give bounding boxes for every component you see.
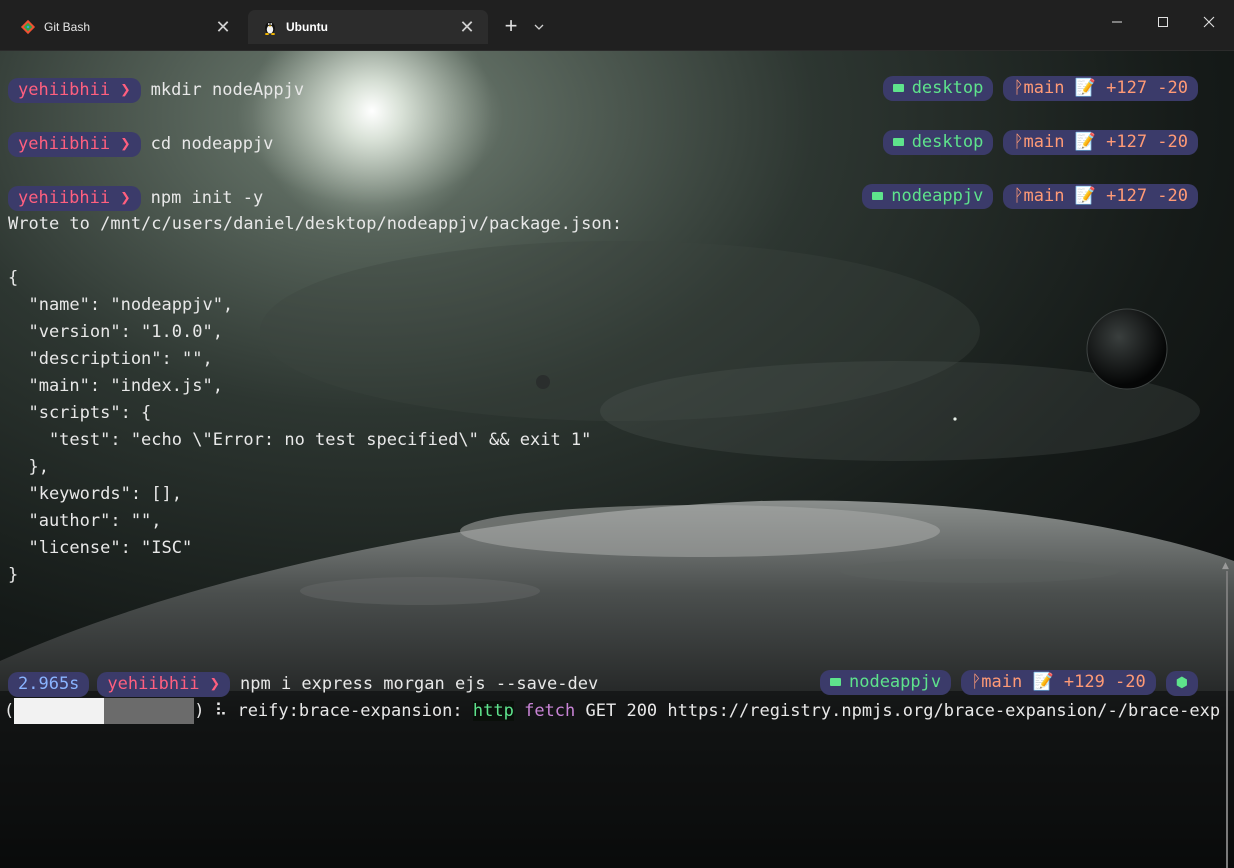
output-line: "test": "echo \"Error: no test specified…: [8, 430, 592, 450]
command-line: yehiibhii ❯ npm init -y: [8, 185, 263, 212]
scroll-up-icon[interactable]: ▲: [1222, 561, 1229, 571]
command-text: npm init -y: [150, 188, 264, 208]
dir-name: nodeappjv: [891, 186, 984, 206]
dir-pill: desktop: [882, 76, 994, 101]
minimize-icon[interactable]: [1094, 8, 1140, 36]
chevron-down-icon[interactable]: [528, 14, 550, 40]
close-icon[interactable]: ✕: [456, 16, 478, 38]
dir-pill: desktop: [882, 130, 994, 155]
user-prompt: yehiibhii ❯: [8, 132, 141, 157]
command-line: yehiibhii ❯ mkdir nodeAppjv: [8, 77, 304, 104]
output-line: {: [8, 268, 19, 288]
user-prompt: yehiibhii ❯: [8, 78, 141, 103]
folder-icon: [829, 678, 841, 686]
tux-linux-icon: [265, 22, 275, 35]
output-line: },: [8, 457, 49, 477]
output-line: }: [8, 565, 19, 585]
output-line: "license": "ISC": [8, 538, 193, 558]
progress-bar-filled: [14, 698, 105, 724]
command-text: mkdir nodeAppjv: [150, 80, 305, 100]
command-text: npm i express morgan ejs --save-dev: [240, 674, 599, 694]
folder-icon: [892, 84, 904, 92]
right-prompt: nodeappjv ᚹmain 📝 +127 -20: [811, 159, 1198, 234]
title-bar: Git Bash ✕ Ubuntu ✕ +: [0, 0, 1234, 51]
scrollbar[interactable]: [1226, 571, 1228, 868]
git-status-pill: ᚹmain 📝 +127 -20: [1003, 76, 1198, 101]
folder-icon: [892, 138, 904, 146]
maximize-icon[interactable]: [1140, 8, 1186, 36]
git-bash-icon: [20, 19, 36, 35]
close-window-icon[interactable]: [1186, 8, 1232, 36]
close-icon[interactable]: ✕: [212, 16, 234, 38]
progress-open: (: [4, 701, 15, 721]
output-line: "scripts": {: [8, 403, 152, 423]
spinner-icon: ⠧: [214, 701, 228, 721]
tab-label: Ubuntu: [286, 20, 328, 34]
dir-name: nodeappjv: [848, 672, 942, 692]
progress-url: GET 200 https://registry.npmjs.org/brace…: [585, 701, 1221, 721]
output-line: "keywords": [],: [8, 484, 182, 504]
output-line: "author": "",: [8, 511, 162, 531]
output-line: "version": "1.0.0",: [8, 322, 223, 342]
git-status-pill: ᚹmain 📝 +129 -20: [961, 670, 1156, 695]
output-line: "description": "",: [8, 349, 213, 369]
command-line-active: 2.965s yehiibhii ❯ npm i express morgan ej…: [8, 671, 598, 698]
progress-close: ): [194, 701, 205, 721]
tab-label: Git Bash: [44, 20, 91, 34]
dir-name: desktop: [911, 132, 984, 152]
progress-text: reify:brace-expansion:: [237, 701, 463, 721]
git-status-pill: ᚹmain 📝 +127 -20: [1003, 184, 1198, 209]
output-line: "name": "nodeappjv",: [8, 295, 234, 315]
output-line: Wrote to /mnt/c/users/daniel/desktop/nod…: [8, 214, 623, 234]
npm-progress-line: () ⠧ reify:brace-expansion: http fetch G…: [4, 698, 1220, 725]
dir-name: desktop: [911, 78, 984, 98]
http-label: http: [472, 701, 514, 721]
elapsed-time-badge: 2.965s: [8, 672, 90, 697]
tab-ubuntu[interactable]: Ubuntu ✕: [248, 10, 488, 44]
user-prompt: yehiibhii ❯: [97, 672, 231, 697]
git-status-pill: ᚹmain 📝 +127 -20: [1003, 130, 1198, 155]
folder-icon: [872, 192, 884, 200]
fetch-label: fetch: [524, 701, 576, 721]
dir-pill: nodeappjv: [819, 670, 952, 695]
tab-git-bash[interactable]: Git Bash ✕: [6, 10, 244, 44]
command-text: cd nodeappjv: [150, 134, 274, 154]
output-line: "main": "index.js",: [8, 376, 223, 396]
user-prompt: yehiibhii ❯: [8, 186, 141, 211]
new-tab-button[interactable]: +: [498, 14, 524, 40]
progress-bar-remaining: [104, 698, 195, 724]
dir-pill: nodeappjv: [862, 184, 994, 209]
node-icon: ⬢: [1165, 671, 1198, 696]
terminal-pane[interactable]: desktop ᚹmain 📝 +127 -20 desktop ᚹmain 📝 +…: [0, 51, 1234, 868]
command-line: yehiibhii ❯ cd nodeappjv: [8, 131, 273, 158]
